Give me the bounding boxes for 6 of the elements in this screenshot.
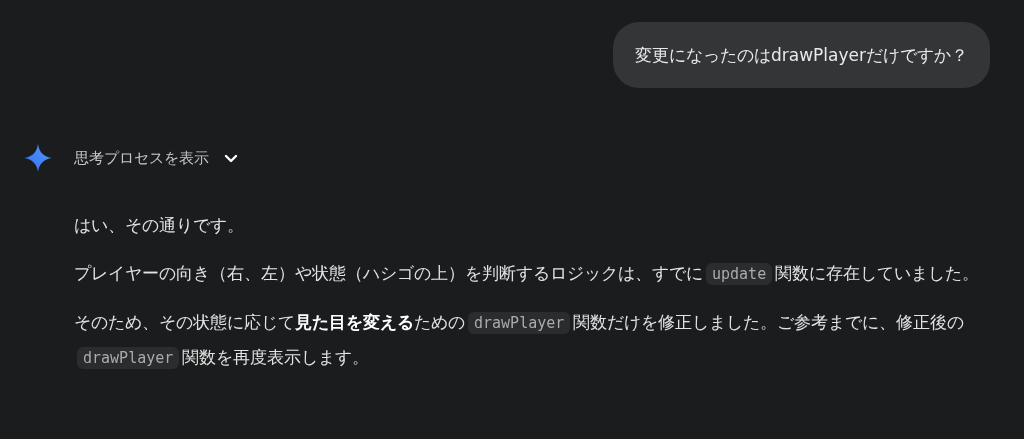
sparkle-icon [24,144,52,172]
response-paragraph: プレイヤーの向き（右、左）や状態（ハシゴの上）を判断するロジックは、すでに update 関数に存在していました。 [74,262,981,287]
response-paragraph: そのため、その状態に応じて見た目を変えるための drawPlayer 関数だけを修正しました。ご参考までに、修正後の drawPlayer 関数を再度表示します。 [74,311,966,371]
response-paragraph: はい、その通りです。 [74,214,245,237]
user-message: 変更になったのはdrawPlayerだけですか？ [613,22,990,88]
show-thinking-toggle[interactable]: 思考プロセスを表示 [74,142,239,174]
